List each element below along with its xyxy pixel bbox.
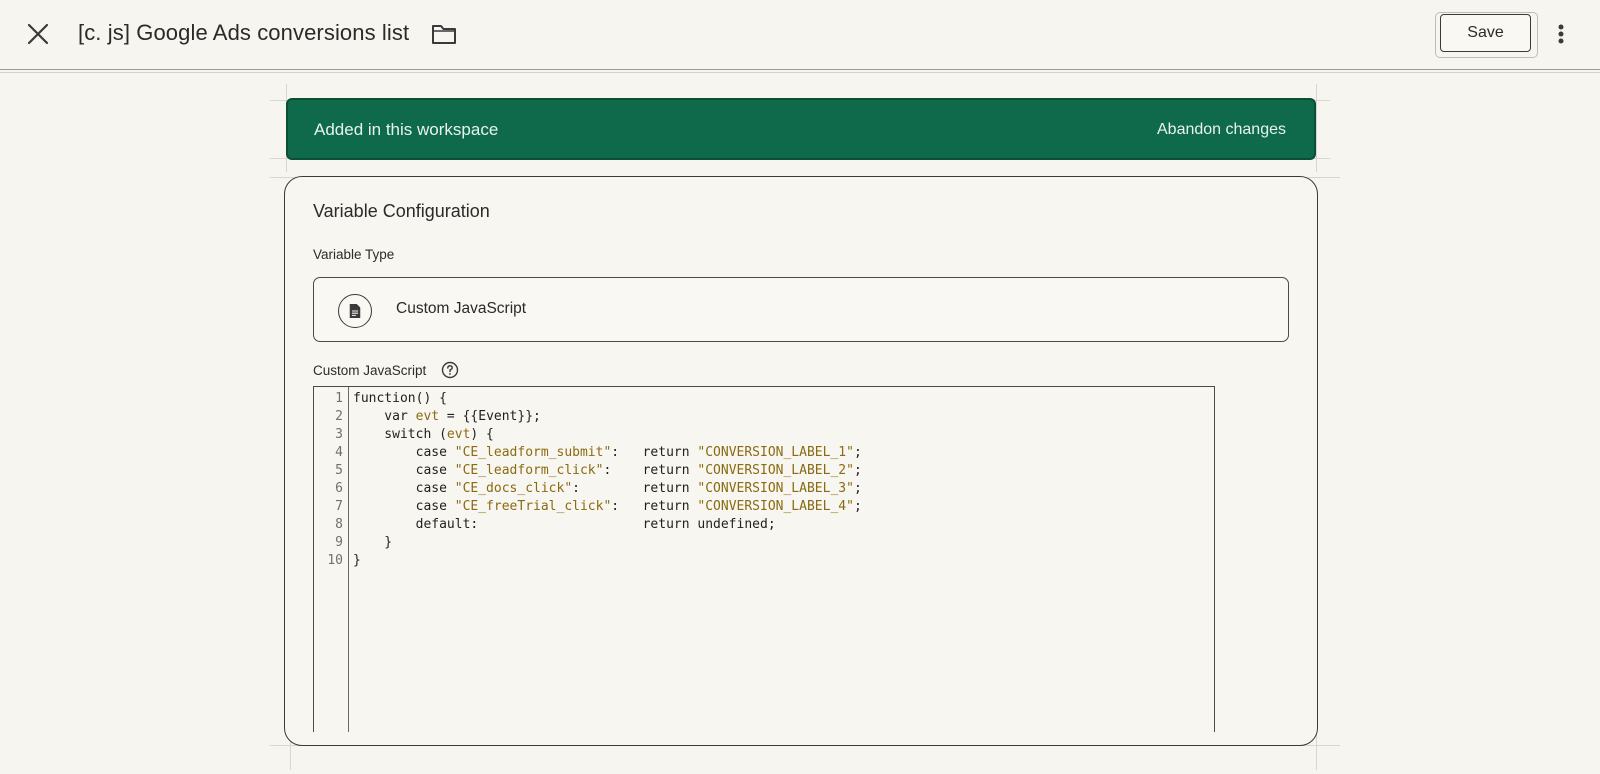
code-token: case — [353, 499, 455, 514]
line-number: 4 — [335, 445, 343, 460]
line-number: 8 — [335, 517, 343, 532]
code-token: "CE_leadform_submit" — [454, 445, 612, 460]
line-number: 5 — [335, 463, 343, 478]
code-line: case "CE_leadform_click": return "CONVER… — [353, 463, 862, 478]
code-token: = {{Event}}; — [439, 409, 541, 424]
code-token: switch ( — [353, 427, 447, 442]
top-bar: [c. js] Google Ads conversions list Save — [0, 0, 1600, 73]
script-doc-icon — [338, 294, 372, 328]
line-number: 1 — [335, 391, 343, 406]
variable-type-value: Custom JavaScript — [396, 300, 527, 317]
code-line: case "CE_freeTrial_click": return "CONVE… — [353, 499, 862, 514]
help-icon[interactable] — [441, 361, 459, 379]
workspace-status-banner: Added in this workspace Abandon changes — [286, 98, 1316, 160]
page-title: [c. js] Google Ads conversions list — [78, 20, 410, 45]
line-number: 2 — [335, 409, 343, 424]
line-number-gutter: 1 2 3 4 5 6 7 8 9 10 — [314, 387, 349, 732]
code-token: "CE_leadform_click" — [454, 463, 604, 478]
code-token: default: return undefined; — [353, 517, 776, 532]
code-token: "CONVERSION_LABEL_1" — [697, 445, 854, 460]
code-token: "CE_docs_click" — [454, 481, 573, 496]
line-number: 6 — [335, 481, 343, 496]
code-token: case — [353, 481, 455, 496]
code-line: } — [353, 553, 361, 568]
variable-type-selector[interactable]: Custom JavaScript — [313, 277, 1289, 342]
code-token: var — [353, 409, 416, 424]
code-line: case "CE_leadform_submit": return "CONVE… — [353, 445, 862, 460]
code-token: "CE_freeTrial_click" — [454, 499, 612, 514]
code-line: default: return undefined; — [353, 517, 776, 532]
line-number: 7 — [335, 499, 343, 514]
code-token: function() { — [353, 391, 447, 406]
code-line: function() { — [353, 391, 447, 406]
code-token: ; — [853, 481, 862, 496]
code-token: case — [353, 463, 455, 478]
folder-icon[interactable] — [430, 21, 458, 47]
code-token: evt — [446, 427, 471, 442]
code-token: : return — [572, 481, 698, 496]
code-token: ; — [853, 445, 862, 460]
code-line: case "CE_docs_click": return "CONVERSION… — [353, 481, 862, 496]
variable-configuration-card: Variable Configuration Variable Type Cus… — [284, 176, 1318, 746]
custom-javascript-label: Custom JavaScript — [313, 363, 427, 378]
line-number: 3 — [335, 427, 343, 442]
code-line: } — [353, 535, 392, 550]
close-icon[interactable] — [24, 20, 52, 48]
code-token: case — [353, 445, 455, 460]
code-editor[interactable]: 1 2 3 4 5 6 7 8 9 10 function() { var evt = {{Eve… — [313, 386, 1215, 732]
abandon-changes-link[interactable]: Abandon changes — [1157, 121, 1286, 139]
variable-type-label: Variable Type — [313, 247, 395, 262]
code-token: "CONVERSION_LABEL_3" — [697, 481, 854, 496]
code-token: "CONVERSION_LABEL_4" — [697, 499, 854, 514]
more-vert-icon[interactable] — [1551, 20, 1571, 48]
code-token: ; — [853, 463, 862, 478]
code-token: : return — [611, 499, 698, 514]
code-token: evt — [415, 409, 440, 424]
code-line: switch (evt) { — [353, 427, 494, 442]
banner-message: Added in this workspace — [314, 120, 499, 139]
card-title: Variable Configuration — [313, 201, 490, 221]
code-token: } — [353, 553, 361, 568]
code-token: } — [353, 535, 393, 550]
code-token: ) { — [470, 427, 494, 442]
code-line: var evt = {{Event}}; — [353, 409, 541, 424]
code-token: : return — [611, 445, 698, 460]
line-number: 9 — [335, 535, 343, 550]
code-token: : return — [603, 463, 698, 478]
save-button[interactable]: Save — [1435, 12, 1538, 58]
code-token: "CONVERSION_LABEL_2" — [697, 463, 854, 478]
code-token: ; — [853, 499, 862, 514]
line-number: 10 — [327, 553, 343, 568]
